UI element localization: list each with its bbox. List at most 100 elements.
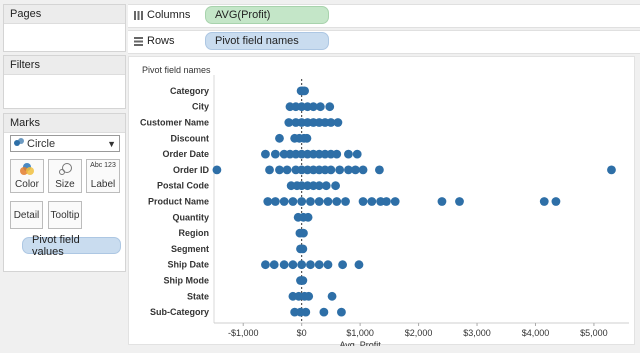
data-point[interactable] [301,307,311,317]
data-point[interactable] [306,197,315,206]
rows-shelf-label: Rows [134,35,175,47]
x-axis-title: Avg. Profit [339,340,381,346]
data-point[interactable] [325,102,335,112]
mark-type-label: Circle [27,137,56,150]
circle-mark-icon [11,137,27,150]
avg-profit-pill[interactable]: AVG(Profit) [205,6,329,24]
data-point[interactable] [288,260,298,270]
pivot-field-values-pill[interactable]: Pivot field values [22,234,121,258]
x-tick-label: $5,000 [580,328,608,338]
size-label: Size [55,179,75,190]
data-point[interactable] [299,228,308,238]
data-point[interactable] [275,133,284,143]
marks-panel: Marks Circle ▼ Color Size Abc 123 Label … [3,113,126,272]
data-point[interactable] [326,165,336,175]
data-point[interactable] [551,197,561,206]
rows-icon [134,36,143,46]
data-point[interactable] [539,197,549,206]
data-point[interactable] [275,165,284,175]
chevron-down-icon[interactable]: ▼ [107,139,116,149]
size-icon [49,162,81,179]
label-icon: Abc 123 [87,162,119,169]
scatter-chart: Pivot field names Category City Customer Na… [140,65,629,350]
mark-type-dropdown[interactable]: Circle ▼ [10,135,120,152]
data-point[interactable] [390,197,400,206]
data-point[interactable] [269,260,279,270]
data-point[interactable] [352,149,362,159]
data-point[interactable] [302,133,312,143]
data-point[interactable] [367,197,377,206]
data-point[interactable] [358,165,368,175]
tooltip-label: Tooltip [50,209,80,221]
data-point[interactable] [321,181,331,191]
row-label: Sub-Category [150,307,209,317]
pages-title: Pages [4,5,125,24]
data-point[interactable] [332,149,342,159]
row-label: Discount [170,133,209,143]
x-tick-label: -$1,000 [228,328,259,338]
data-point[interactable] [323,260,333,270]
data-point[interactable] [338,260,347,270]
data-point[interactable] [303,212,313,222]
data-point[interactable] [304,291,314,301]
data-point[interactable] [315,102,325,112]
data-point[interactable] [358,197,368,206]
data-point[interactable] [279,260,289,270]
detail-button[interactable]: Detail [10,201,43,229]
data-point[interactable] [314,260,324,270]
row-label: Quantity [172,212,209,222]
row-label: Customer Name [140,118,209,128]
data-point[interactable] [297,197,307,206]
tooltip-button[interactable]: Tooltip [48,201,82,229]
data-point[interactable] [323,197,333,206]
data-point[interactable] [354,260,364,270]
color-button[interactable]: Color [10,159,44,193]
row-label: Ship Mode [164,276,210,286]
data-point[interactable] [270,197,280,206]
data-point[interactable] [337,307,346,317]
pivot-field-values-label: Pivot field values [32,233,80,258]
pages-panel: Pages [3,4,126,52]
marks-title: Marks [4,114,125,133]
data-point[interactable] [437,197,447,206]
data-point[interactable] [335,165,345,175]
data-point[interactable] [265,165,274,175]
data-point[interactable] [306,260,315,270]
data-point[interactable] [331,181,340,191]
data-point[interactable] [263,197,273,206]
data-point[interactable] [455,197,464,206]
data-point[interactable] [212,165,222,175]
data-point[interactable] [327,291,337,301]
data-point[interactable] [261,149,270,159]
label-label: Label [90,179,116,190]
x-tick-label: $4,000 [522,328,550,338]
data-point[interactable] [607,165,616,175]
label-button[interactable]: Abc 123 Label [86,159,120,193]
data-point[interactable] [344,149,353,159]
data-point[interactable] [261,260,270,270]
data-point[interactable] [314,197,324,206]
data-point[interactable] [341,197,350,206]
data-point[interactable] [270,149,280,159]
data-point[interactable] [298,276,308,285]
data-point[interactable] [382,197,391,206]
data-point[interactable] [297,260,307,270]
data-point[interactable] [333,118,343,127]
data-point[interactable] [300,86,309,96]
data-point[interactable] [375,165,384,175]
data-point[interactable] [279,197,289,206]
pivot-field-names-pill[interactable]: Pivot field names [205,32,329,50]
data-point[interactable] [332,197,342,206]
data-point[interactable] [319,307,329,317]
columns-shelf-label: Columns [134,9,190,21]
data-point[interactable] [351,165,360,175]
size-button[interactable]: Size [48,159,82,193]
columns-icon [134,10,143,20]
viz-area: Pivot field names Category City Customer Na… [128,56,635,350]
row-label: Product Name [148,197,209,207]
avg-profit-label: AVG(Profit) [215,9,271,21]
data-point[interactable] [282,165,292,175]
row-label: Ship Date [167,260,209,270]
data-point[interactable] [298,244,308,254]
data-point[interactable] [288,197,298,206]
